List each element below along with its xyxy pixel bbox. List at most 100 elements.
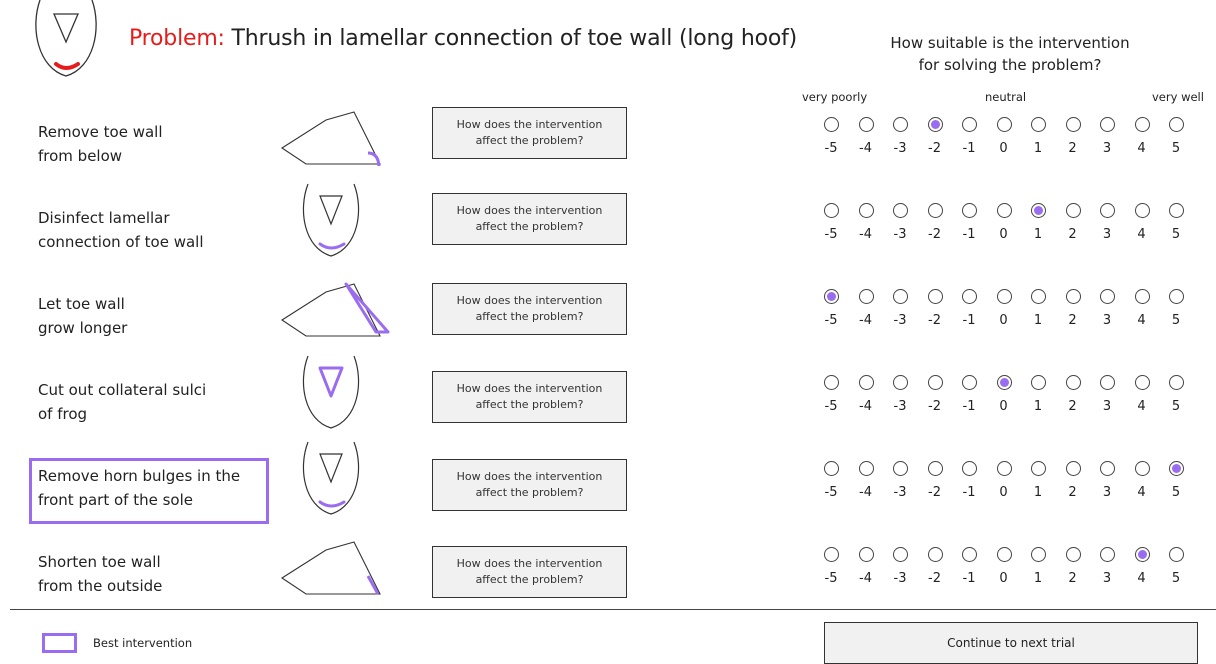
rating-radio-2[interactable] <box>1065 375 1081 390</box>
rating-tick-label: -1 <box>962 313 976 328</box>
rating-radio-0[interactable] <box>996 461 1012 476</box>
rating-radio-5[interactable] <box>1169 203 1184 218</box>
hoof-sole-frog-icon <box>298 354 364 434</box>
effect-info-button-label: How does the intervention affect the pro… <box>456 382 603 411</box>
intervention-label-line1: Remove toe wall <box>38 123 163 141</box>
rating-radio-1[interactable] <box>1031 289 1046 304</box>
rating-radio--5[interactable] <box>824 289 839 304</box>
problem-prefix: Problem: <box>129 26 225 51</box>
rating-radio-2[interactable] <box>1065 547 1081 562</box>
rating-radio--1[interactable] <box>962 461 977 476</box>
rating-radio-1[interactable] <box>1031 375 1046 390</box>
rating-radio-4[interactable] <box>1134 289 1150 304</box>
effect-info-button[interactable]: How does the intervention affect the pro… <box>432 107 627 159</box>
rating-tick-label: -2 <box>928 485 941 500</box>
rating-radio-1[interactable] <box>1031 461 1046 476</box>
rating-tick-label: 2 <box>1068 141 1077 156</box>
rating-radio-2[interactable] <box>1065 289 1081 304</box>
rating-tick-label: 3 <box>1102 571 1112 586</box>
rating-radio--3[interactable] <box>893 375 908 390</box>
rating-radio-2[interactable] <box>1065 203 1081 218</box>
hoof-sole-toe-icon <box>298 182 364 262</box>
rating-radio-2[interactable] <box>1065 117 1081 132</box>
rating-tick-label: 1 <box>1033 571 1043 586</box>
rating-radio--1[interactable] <box>962 289 977 304</box>
rating-radio-4[interactable] <box>1134 547 1150 562</box>
rating-radio--3[interactable] <box>893 289 908 304</box>
rating-radio-0[interactable] <box>996 117 1012 132</box>
rating-tick-label: -3 <box>893 227 907 242</box>
intervention-row: Shorten toe wall from the outside How does… <box>0 534 1216 624</box>
rating-radio-4[interactable] <box>1134 117 1150 132</box>
rating-radio--2[interactable] <box>927 117 943 132</box>
intervention-label-line2: grow longer <box>38 319 128 337</box>
rating-radio-1[interactable] <box>1031 547 1046 562</box>
effect-info-button[interactable]: How does the intervention affect the pro… <box>432 371 627 423</box>
rating-radio--3[interactable] <box>893 203 908 218</box>
rating-tick-label: 1 <box>1033 485 1043 500</box>
rating-radio-3[interactable] <box>1100 461 1115 476</box>
rating-radio--2[interactable] <box>927 375 943 390</box>
rating-radio-0[interactable] <box>996 289 1012 304</box>
rating-radio--2[interactable] <box>927 289 943 304</box>
rating-radio--5[interactable] <box>824 117 839 132</box>
rating-radio-5[interactable] <box>1169 289 1184 304</box>
rating-radio-5[interactable] <box>1169 461 1184 476</box>
rating-radio--1[interactable] <box>962 117 977 132</box>
rating-radio--4[interactable] <box>858 289 874 304</box>
rating-radio-0[interactable] <box>996 203 1012 218</box>
effect-info-button[interactable]: How does the intervention affect the pro… <box>432 193 627 245</box>
rating-radio-0[interactable] <box>996 375 1012 390</box>
effect-info-button[interactable]: How does the intervention affect the pro… <box>432 283 627 335</box>
rating-tick-label: 0 <box>999 227 1008 242</box>
rating-radio-4[interactable] <box>1134 203 1150 218</box>
rating-radio--3[interactable] <box>893 547 908 562</box>
rating-radio-3[interactable] <box>1100 289 1115 304</box>
rating-radio-0[interactable] <box>996 547 1012 562</box>
scale-label-mid: neutral <box>985 90 1027 104</box>
rating-radio--4[interactable] <box>858 375 874 390</box>
rating-tick-label: 4 <box>1137 399 1146 414</box>
rating-tick-label: -2 <box>928 227 941 242</box>
rating-radio-3[interactable] <box>1100 375 1115 390</box>
rating-radio-1[interactable] <box>1031 117 1046 132</box>
rating-radio-5[interactable] <box>1169 547 1184 562</box>
rating-radio--2[interactable] <box>927 547 943 562</box>
effect-info-button[interactable]: How does the intervention affect the pro… <box>432 459 627 511</box>
rating-tick-label: 2 <box>1068 571 1077 586</box>
rating-radio-3[interactable] <box>1100 203 1115 218</box>
rating-radio--3[interactable] <box>893 461 908 476</box>
rating-radio--4[interactable] <box>858 203 874 218</box>
effect-info-button-label: How does the intervention affect the pro… <box>456 118 603 147</box>
scale-label-low: very poorly <box>802 90 868 104</box>
rating-radio-5[interactable] <box>1169 375 1184 390</box>
rating-radio--5[interactable] <box>824 547 839 562</box>
rating-radio-4[interactable] <box>1134 375 1150 390</box>
rating-radio--4[interactable] <box>858 547 874 562</box>
rating-tick-label: 5 <box>1171 571 1181 586</box>
rating-radio--4[interactable] <box>858 117 874 132</box>
rating-question-line2: for solving the problem? <box>918 56 1102 74</box>
continue-button[interactable]: Continue to next trial <box>824 622 1198 664</box>
rating-tick-label: 1 <box>1033 141 1043 156</box>
rating-tick-label: -1 <box>962 571 976 586</box>
rating-radio-2[interactable] <box>1065 461 1081 476</box>
rating-radio--5[interactable] <box>824 203 839 218</box>
rating-radio-1[interactable] <box>1031 203 1046 218</box>
rating-radio--2[interactable] <box>927 461 943 476</box>
rating-radio--3[interactable] <box>893 117 908 132</box>
rating-radio--1[interactable] <box>962 203 977 218</box>
effect-info-button[interactable]: How does the intervention affect the pro… <box>432 546 627 598</box>
rating-radio-4[interactable] <box>1134 461 1150 476</box>
rating-radio--5[interactable] <box>824 375 839 390</box>
rating-radio-5[interactable] <box>1169 117 1184 132</box>
rating-radio--2[interactable] <box>927 203 943 218</box>
rating-radio--4[interactable] <box>858 461 874 476</box>
rating-tick-label: 2 <box>1068 485 1077 500</box>
rating-radio--5[interactable] <box>824 461 839 476</box>
rating-radio--1[interactable] <box>962 375 977 390</box>
rating-radio-3[interactable] <box>1100 547 1115 562</box>
scale-label-high: very well <box>1152 90 1204 104</box>
rating-radio--1[interactable] <box>962 547 977 562</box>
rating-radio-3[interactable] <box>1100 117 1115 132</box>
